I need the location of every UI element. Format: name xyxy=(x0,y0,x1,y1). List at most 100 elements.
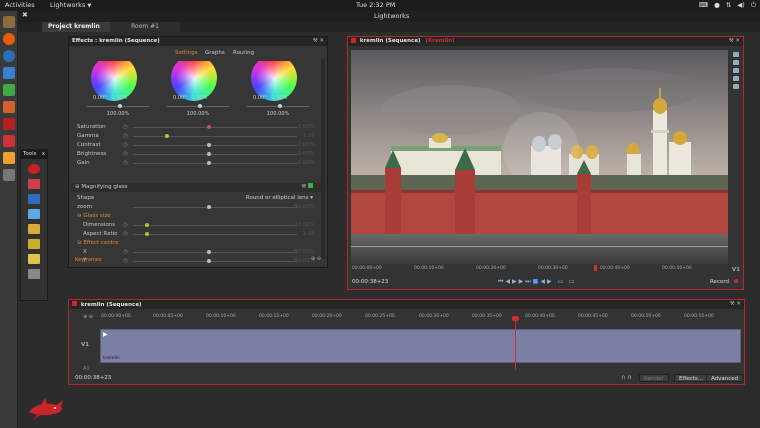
slider-knob[interactable] xyxy=(165,134,169,138)
firefox-icon[interactable] xyxy=(2,33,15,45)
timeline-playhead[interactable] xyxy=(512,316,519,370)
viewer-tool-icon[interactable] xyxy=(733,60,739,65)
export-tool-icon[interactable] xyxy=(28,254,40,264)
render-button[interactable]: Render xyxy=(639,374,669,382)
keyframe-icon[interactable]: ◷ xyxy=(123,142,128,148)
viewer-header: kremlin (Sequence) (Kremlin) ⚒ ✕ xyxy=(348,37,743,46)
slider-knob[interactable] xyxy=(145,232,149,236)
timeline-timecode[interactable]: 00:00:38+23 xyxy=(75,375,111,381)
close-icon[interactable]: ✖ xyxy=(22,11,28,19)
impress-icon[interactable] xyxy=(2,101,15,113)
timeline-ruler[interactable]: 00:00:00+00 00:00:05+00 00:00:10+00 00:0… xyxy=(99,314,741,322)
viewer-timecode[interactable]: 00:00:38+23 xyxy=(352,279,388,285)
edit-tool-icon[interactable] xyxy=(28,209,40,219)
effects-tool-icon[interactable] xyxy=(28,239,40,249)
slider-knob[interactable] xyxy=(207,161,211,165)
slider-track[interactable] xyxy=(133,207,297,208)
effect-centre-group[interactable]: ⊖ Effect centre xyxy=(69,239,321,248)
clock[interactable]: Tue 2:32 PM xyxy=(356,1,395,9)
tab-routing[interactable]: Routing xyxy=(233,50,254,56)
activities-button[interactable]: Activities xyxy=(5,1,35,9)
transport-controls[interactable]: ⏮◀▶▶⏭■◀▶ ▭ ▭ xyxy=(498,278,577,286)
slider-knob[interactable] xyxy=(145,223,149,227)
panel-tools-icon[interactable]: ⚒ ✕ xyxy=(729,38,740,44)
viewer-side-toolbar xyxy=(731,49,741,279)
glass-size-group[interactable]: ⊖ Glass size xyxy=(69,212,321,221)
window-titlebar: ✖ Lightworks xyxy=(18,11,760,22)
keyboard-icon[interactable]: ⌨ xyxy=(699,1,708,10)
user-icon[interactable]: ● xyxy=(714,1,720,10)
viewer-panel: kremlin (Sequence) (Kremlin) ⚒ ✕ V1 00:0… xyxy=(347,36,744,290)
software-icon[interactable] xyxy=(2,135,15,147)
users-tool-icon[interactable] xyxy=(28,269,40,279)
slider-track[interactable] xyxy=(133,252,297,253)
tab-graphs[interactable]: Graphs xyxy=(205,50,225,56)
keyframe-icon[interactable]: ◷ xyxy=(123,222,128,228)
magnify-section-header[interactable]: ⊖ Magnifying glass ⚒ xyxy=(71,183,321,192)
slider-knob[interactable] xyxy=(207,205,211,209)
panel-tools-icon[interactable]: ⚒ ✕ xyxy=(313,38,324,44)
wheel-slider-3[interactable] xyxy=(247,104,309,108)
record-icon[interactable] xyxy=(734,279,738,283)
import-tool-icon[interactable] xyxy=(28,179,40,189)
video-frame-kremlin[interactable] xyxy=(351,50,728,264)
audio-icons[interactable]: ∩ ∩ xyxy=(621,374,632,381)
record-tool-icon[interactable] xyxy=(28,164,40,174)
effect-tools-icon[interactable]: ⚒ xyxy=(301,183,313,190)
slider-knob[interactable] xyxy=(207,250,211,254)
tab-project[interactable]: Project kremlin xyxy=(42,22,110,32)
viewer-tool-icon[interactable] xyxy=(733,52,739,57)
keyframes-label[interactable]: Keyframes xyxy=(75,257,102,263)
calc-icon[interactable] xyxy=(2,84,15,96)
tab-settings[interactable]: Settings xyxy=(175,50,198,56)
filezilla-icon[interactable] xyxy=(2,118,15,130)
slider-track[interactable] xyxy=(133,136,297,137)
track-v1-label[interactable]: V1 xyxy=(81,342,89,348)
record-label[interactable]: Record xyxy=(710,279,729,285)
track-a1-label[interactable]: A1 xyxy=(83,366,90,372)
tab-room[interactable]: Room #1 xyxy=(110,22,180,32)
advanced-button[interactable]: Advanced xyxy=(706,374,744,382)
power-icon[interactable]: ⏻ xyxy=(751,1,756,10)
writer-icon[interactable] xyxy=(2,67,15,79)
app-menu[interactable]: Lightworks ▼ xyxy=(50,1,91,9)
slider-track[interactable] xyxy=(133,234,297,235)
slider-knob[interactable] xyxy=(207,152,211,156)
settings-icon[interactable] xyxy=(2,169,15,181)
effects-button[interactable]: Effects... xyxy=(674,374,708,382)
thunderbird-icon[interactable] xyxy=(2,50,15,62)
effects-title: Effects : kremlin (Sequence) xyxy=(72,38,160,44)
slider-knob[interactable] xyxy=(207,143,211,147)
network-icon[interactable]: ⇅ xyxy=(726,1,731,10)
slider-track[interactable] xyxy=(133,163,297,164)
viewer-tool-icon[interactable] xyxy=(733,76,739,81)
keyframe-icon[interactable]: ◷ xyxy=(123,231,128,237)
wheel-slider-1[interactable] xyxy=(87,104,149,108)
panel-tools-icon[interactable]: ⚒ ✕ xyxy=(730,301,741,307)
keyframe-icon[interactable]: ◷ xyxy=(123,160,128,166)
keyframe-icon[interactable]: ◷ xyxy=(123,133,128,139)
bin-tool-icon[interactable] xyxy=(28,224,40,234)
sequence-tool-icon[interactable] xyxy=(28,194,40,204)
slider-track[interactable] xyxy=(133,127,297,128)
viewer-ruler[interactable]: 00:00:00+00 00:00:10+00 00:00:20+00 00:0… xyxy=(348,265,743,274)
viewer-playhead[interactable] xyxy=(594,265,597,271)
viewer-tool-icon[interactable] xyxy=(733,84,739,89)
keyframe-icon[interactable]: ◷ xyxy=(123,151,128,157)
slider-track[interactable] xyxy=(133,225,297,226)
tools-close-icon[interactable]: x xyxy=(42,151,45,157)
amazon-icon[interactable] xyxy=(2,152,15,164)
timeline-zoom-icons[interactable]: ⊕ ⊖ xyxy=(83,314,93,320)
wheel-slider-2[interactable] xyxy=(167,104,229,108)
timeline-clip[interactable]: ▶ kremlin xyxy=(100,329,741,363)
viewer-tool-icon[interactable] xyxy=(733,68,739,73)
files-icon[interactable] xyxy=(2,16,15,28)
zoom-icons[interactable]: ⊕ ⊖ xyxy=(311,256,321,262)
slider-knob[interactable] xyxy=(207,125,211,129)
effects-scrollbar[interactable] xyxy=(321,59,325,259)
slider-track[interactable] xyxy=(133,154,297,155)
volume-icon[interactable]: ◀) xyxy=(737,1,745,10)
keyframe-icon[interactable]: ◷ xyxy=(123,124,128,130)
shape-select[interactable]: Round or elliptical lens ▾ xyxy=(246,195,313,201)
slider-track[interactable] xyxy=(133,145,297,146)
